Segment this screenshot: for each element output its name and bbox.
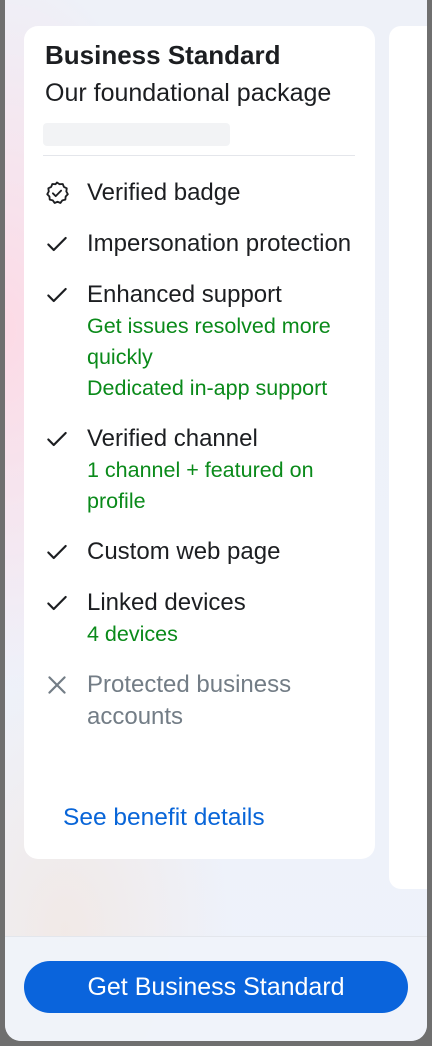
plan-title: Business Standard [45,40,281,70]
feature-label: Linked devices [87,589,246,616]
price-placeholder [43,123,230,146]
plan-card: Business Standard Our foundational packa… [24,26,375,859]
close-icon [48,676,66,694]
check-icon [47,595,67,611]
check-icon [47,544,67,560]
check-icon [47,236,67,252]
see-benefit-details-link[interactable]: See benefit details [63,804,265,832]
feature-custom-web-page: Custom web page [24,536,375,568]
feature-detail: 4 devices [87,622,178,646]
feature-label: Verified channel [87,425,258,452]
verified-badge-icon [46,181,69,204]
plan-sheet: Business Standard Our foundational packa… [5,0,427,1041]
footer-bar: Get Business Standard [5,936,427,1041]
feature-linked-devices: Linked devices 4 devices [24,587,375,650]
next-plan-card-peek[interactable] [389,26,427,889]
feature-protected-business-accounts: Protected business accounts [24,669,375,733]
divider [43,155,355,156]
check-icon [47,431,67,447]
get-business-standard-button[interactable]: Get Business Standard [24,961,408,1013]
feature-label: Verified badge [87,179,241,206]
feature-label: Enhanced support [87,281,282,308]
feature-verified-channel: Verified channel 1 channel + featured on… [24,423,375,517]
feature-detail: 1 channel + featured on profile [87,458,314,513]
feature-label: Impersonation protection [87,230,352,257]
feature-label: Custom web page [87,538,281,565]
feature-label: Protected business accounts [87,671,292,730]
check-icon [47,287,67,303]
feature-detail: Get issues resolved more quickly [87,314,331,369]
plan-subtitle: Our foundational package [45,79,332,107]
feature-list: Verified badge Impersonation protection … [24,177,375,752]
feature-detail: Dedicated in-app support [87,376,328,400]
feature-impersonation-protection: Impersonation protection [24,228,375,260]
feature-enhanced-support: Enhanced support Get issues resolved mor… [24,279,375,404]
feature-verified-badge: Verified badge [24,177,375,209]
